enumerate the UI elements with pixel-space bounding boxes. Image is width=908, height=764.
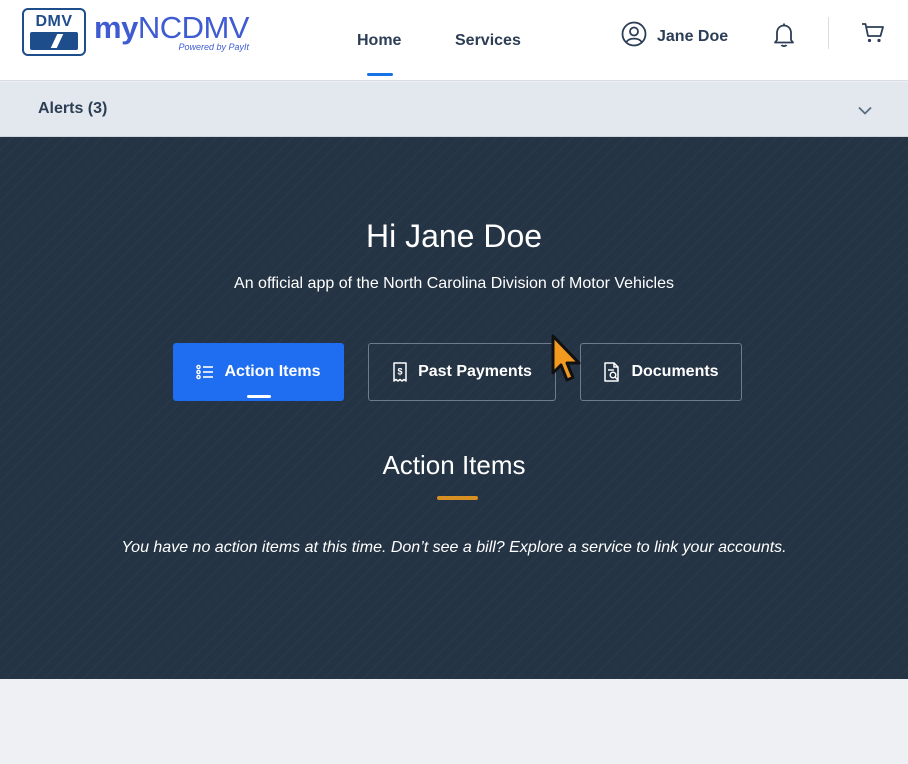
page-footer-area xyxy=(0,679,908,764)
user-name: Jane Doe xyxy=(657,27,729,45)
tab-action-items-label: Action Items xyxy=(224,363,321,380)
alerts-label: Alerts (3) xyxy=(38,100,108,117)
top-header: DMV myNCDMV Powered by PayIt Home Servic… xyxy=(0,0,908,81)
nav-tab-home[interactable]: Home xyxy=(357,0,401,81)
document-icon xyxy=(603,362,621,382)
header-divider xyxy=(828,17,829,49)
dmv-badge-icon: DMV xyxy=(22,8,86,56)
svg-text:$: $ xyxy=(398,367,403,377)
brand-suffix: NCDMV xyxy=(137,10,250,45)
brand-prefix: my xyxy=(94,10,138,45)
tab-documents[interactable]: Documents xyxy=(580,343,742,401)
hero-section: Hi Jane Doe An official app of the North… xyxy=(0,137,908,679)
tab-past-payments[interactable]: $ Past Payments xyxy=(368,343,556,401)
powered-by-text: Powered by PayIt xyxy=(178,42,249,52)
mynddmv-logo[interactable]: DMV myNCDMV Powered by PayIt xyxy=(22,8,249,56)
tab-documents-label: Documents xyxy=(631,363,719,380)
cart-icon[interactable] xyxy=(861,22,885,49)
list-icon xyxy=(196,364,214,380)
tab-active-indicator xyxy=(247,395,271,398)
user-circle-icon xyxy=(621,21,647,52)
section-title: Action Items xyxy=(382,450,526,480)
hero-subtitle: An official app of the North Carolina Di… xyxy=(234,275,674,292)
nav-active-indicator xyxy=(367,73,393,76)
empty-state-message: You have no action items at this time. D… xyxy=(121,539,787,556)
nav-tab-services[interactable]: Services xyxy=(455,0,521,81)
tab-action-items[interactable]: Action Items xyxy=(173,343,344,401)
mouse-pointer-icon xyxy=(548,333,588,394)
road-graphic xyxy=(30,32,78,50)
bell-icon[interactable] xyxy=(772,22,796,53)
section-title-underline xyxy=(437,496,478,500)
user-menu[interactable]: Jane Doe xyxy=(621,21,728,52)
tab-past-payments-label: Past Payments xyxy=(418,363,532,380)
dmv-badge-text: DMV xyxy=(35,13,73,30)
chevron-down-icon xyxy=(858,102,872,120)
nav-tab-services-label: Services xyxy=(455,31,521,49)
nav-tab-home-label: Home xyxy=(357,31,402,49)
brand-name: myNCDMV xyxy=(94,12,249,44)
alerts-bar[interactable]: Alerts (3) xyxy=(0,82,908,137)
greeting-heading: Hi Jane Doe xyxy=(365,218,543,254)
receipt-icon: $ xyxy=(392,362,408,382)
logo-wordmark: myNCDMV Powered by PayIt xyxy=(94,12,249,53)
